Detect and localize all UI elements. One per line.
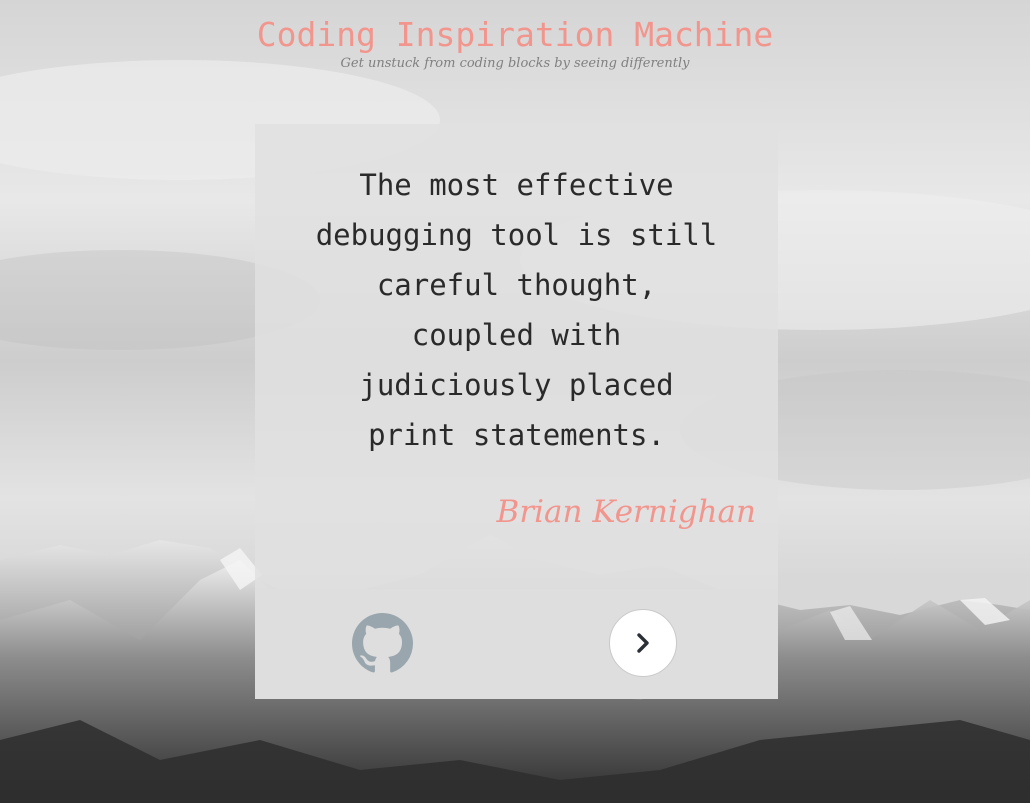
quote-author: Brian Kernighan bbox=[496, 494, 756, 530]
quote-line: coupled with bbox=[411, 318, 622, 352]
quote-box: The most effective debugging tool is sti… bbox=[255, 124, 778, 589]
page-title: Coding Inspiration Machine bbox=[256, 15, 774, 54]
github-link[interactable] bbox=[352, 613, 413, 674]
quote-card: The most effective debugging tool is sti… bbox=[255, 124, 778, 699]
quote-line: careful thought, bbox=[376, 268, 657, 302]
quote-line: debugging tool is still bbox=[315, 218, 718, 252]
quote-line: The most effective bbox=[359, 168, 674, 202]
header: Coding Inspiration Machine Get unstuck f… bbox=[0, 0, 1030, 74]
quote-text: The most effective debugging tool is sti… bbox=[295, 160, 738, 460]
card-footer bbox=[255, 589, 778, 699]
github-icon bbox=[352, 613, 413, 673]
chevron-right-icon bbox=[637, 633, 649, 653]
quote-line: judiciously placed bbox=[359, 368, 674, 402]
quote-line: print statements. bbox=[368, 418, 665, 452]
page-subtitle: Get unstuck from coding blocks by seeing… bbox=[340, 56, 690, 71]
next-quote-button[interactable] bbox=[609, 609, 677, 677]
